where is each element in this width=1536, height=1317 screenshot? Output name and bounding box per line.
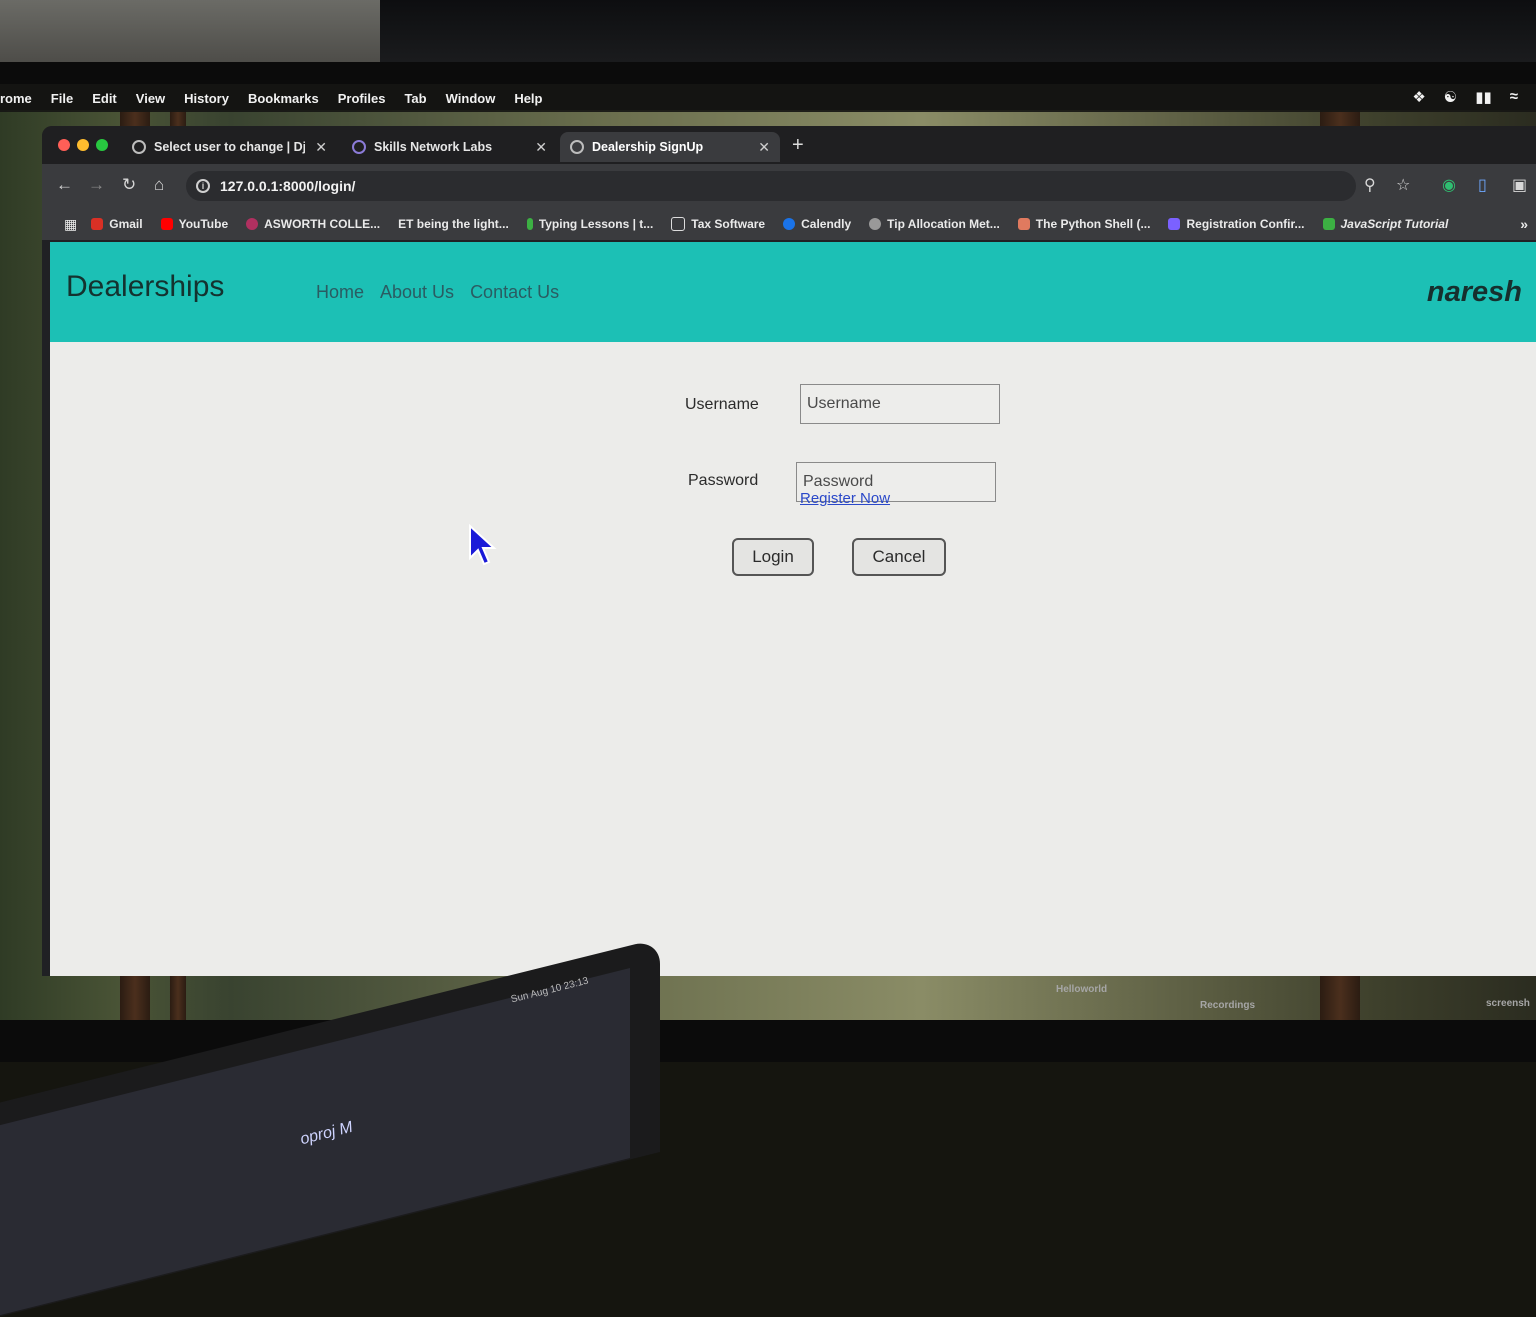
tip-icon xyxy=(869,218,882,230)
close-tab-icon[interactable]: ✕ xyxy=(758,139,770,156)
tab-strip: Select user to change | Djang ✕ Skills N… xyxy=(42,126,1536,164)
bookmark-asworth[interactable]: ASWORTH COLLE... xyxy=(246,217,380,231)
tab-dealership-signup[interactable]: Dealership SignUp ✕ xyxy=(560,132,780,162)
bookmark-javascript-tutorial[interactable]: JavaScript Tutorial xyxy=(1322,217,1448,231)
home-icon[interactable]: ⌂ xyxy=(154,175,164,195)
nav-contact-link[interactable]: Contact Us xyxy=(470,282,559,303)
menu-bookmarks[interactable]: Bookmarks xyxy=(248,91,319,106)
register-now-link[interactable]: Register Now xyxy=(800,490,890,507)
python-shell-icon xyxy=(1017,218,1030,230)
tab-django-admin[interactable]: Select user to change | Djang ✕ xyxy=(122,132,337,162)
password-label: Password xyxy=(688,472,759,489)
background-paper xyxy=(0,0,380,66)
bookmark-tip-allocation[interactable]: Tip Allocation Met... xyxy=(869,217,1000,231)
menu-tab[interactable]: Tab xyxy=(404,91,426,106)
bookmark-tax-software[interactable]: Tax Software xyxy=(671,217,765,231)
address-bar[interactable]: i 127.0.0.1:8000/login/ xyxy=(186,171,1356,201)
nav-links: Home About Us Contact Us xyxy=(316,282,559,303)
site-brand[interactable]: Dealerships xyxy=(66,270,224,304)
figma-icon[interactable]: ❖ xyxy=(1412,88,1425,106)
bookmark-registration[interactable]: Registration Confir... xyxy=(1168,217,1305,231)
typing-icon xyxy=(526,218,533,230)
bookmark-calendly[interactable]: Calendly xyxy=(783,217,851,231)
close-tab-icon[interactable]: ✕ xyxy=(535,139,547,156)
bookmark-typing-lessons[interactable]: Typing Lessons | t... xyxy=(526,217,653,231)
logged-in-username: naresh xyxy=(1426,276,1522,308)
url-text: 127.0.0.1:8000/login/ xyxy=(220,178,356,194)
battery-icon[interactable]: ▮▮ xyxy=(1475,88,1492,106)
tab-skills-network[interactable]: Skills Network Labs ✕ xyxy=(342,132,557,162)
folder-icon xyxy=(671,217,686,231)
browser-toolbar: ← → ↻ ⌂ i 127.0.0.1:8000/login/ ⚲ ☆ ◉ ▯ … xyxy=(42,164,1536,208)
new-tab-button[interactable]: + xyxy=(792,134,804,157)
youtube-icon xyxy=(160,218,173,230)
menu-file[interactable]: File xyxy=(51,91,73,106)
zoom-icon[interactable]: ⚲ xyxy=(1364,175,1376,195)
nav-home-link[interactable]: Home xyxy=(316,282,364,303)
calendly-icon xyxy=(783,218,796,230)
desktop-folder-recordings[interactable]: Recordings xyxy=(1200,1000,1255,1011)
menu-view[interactable]: View xyxy=(136,91,165,106)
menu-edit[interactable]: Edit xyxy=(92,91,117,106)
menu-history[interactable]: History xyxy=(184,91,229,106)
close-tab-icon[interactable]: ✕ xyxy=(315,139,327,156)
laptop xyxy=(0,938,660,1317)
gmail-icon xyxy=(91,218,104,230)
apps-grid-icon[interactable]: ▦ xyxy=(64,216,77,233)
menu-app-name[interactable]: rome xyxy=(0,91,32,106)
macos-menubar: rome File Edit View History Bookmarks Pr… xyxy=(0,84,1536,112)
extension-icon[interactable]: ▯ xyxy=(1478,175,1487,195)
desktop-folder-screenshots[interactable]: screensh xyxy=(1486,998,1530,1009)
bookmark-star-icon[interactable]: ☆ xyxy=(1396,175,1410,195)
extensions-puzzle-icon[interactable]: ▣ xyxy=(1512,175,1527,195)
close-window-icon[interactable] xyxy=(58,139,70,151)
bookmark-python-shell[interactable]: The Python Shell (... xyxy=(1017,217,1150,231)
reload-icon[interactable]: ↻ xyxy=(122,175,136,195)
bookmarks-bar: ▦ Gmail YouTube ASWORTH COLLE... ET bein… xyxy=(42,208,1536,240)
creative-cloud-icon[interactable]: ☯ xyxy=(1444,88,1457,106)
mouse-cursor-icon xyxy=(469,524,497,566)
minimize-window-icon[interactable] xyxy=(77,139,89,151)
background-wall xyxy=(380,0,1536,70)
w3schools-icon xyxy=(1322,218,1335,230)
grammarly-icon[interactable]: ◉ xyxy=(1442,175,1456,195)
site-info-icon[interactable]: i xyxy=(196,179,210,193)
menu-help[interactable]: Help xyxy=(514,91,542,106)
bookmark-et[interactable]: ET being the light... xyxy=(398,217,509,231)
more-bookmarks-icon[interactable]: » xyxy=(1520,216,1528,232)
zoom-window-icon[interactable] xyxy=(96,139,108,151)
menu-profiles[interactable]: Profiles xyxy=(338,91,386,106)
cancel-button[interactable]: Cancel xyxy=(852,538,946,576)
bookmark-gmail[interactable]: Gmail xyxy=(91,217,143,231)
asworth-icon xyxy=(246,218,259,230)
nav-about-link[interactable]: About Us xyxy=(380,282,454,303)
globe-icon xyxy=(132,140,146,154)
back-icon[interactable]: ← xyxy=(56,175,73,195)
username-label: Username xyxy=(685,396,759,413)
desktop-folder-helloworld[interactable]: Helloworld xyxy=(1056,984,1107,995)
wifi-icon[interactable]: ≈ xyxy=(1510,88,1518,106)
forward-icon[interactable]: → xyxy=(88,175,105,195)
registration-icon xyxy=(1168,218,1181,230)
page-content: Dealerships Home About Us Contact Us nar… xyxy=(50,242,1536,976)
browser-window: Select user to change | Djang ✕ Skills N… xyxy=(42,126,1536,976)
globe-icon xyxy=(570,140,584,154)
menu-window[interactable]: Window xyxy=(446,91,496,106)
bookmark-youtube[interactable]: YouTube xyxy=(160,217,228,231)
site-navbar: Dealerships Home About Us Contact Us nar… xyxy=(50,242,1536,342)
skills-network-icon xyxy=(352,140,366,154)
username-input[interactable] xyxy=(800,384,1000,424)
login-button[interactable]: Login xyxy=(732,538,814,576)
